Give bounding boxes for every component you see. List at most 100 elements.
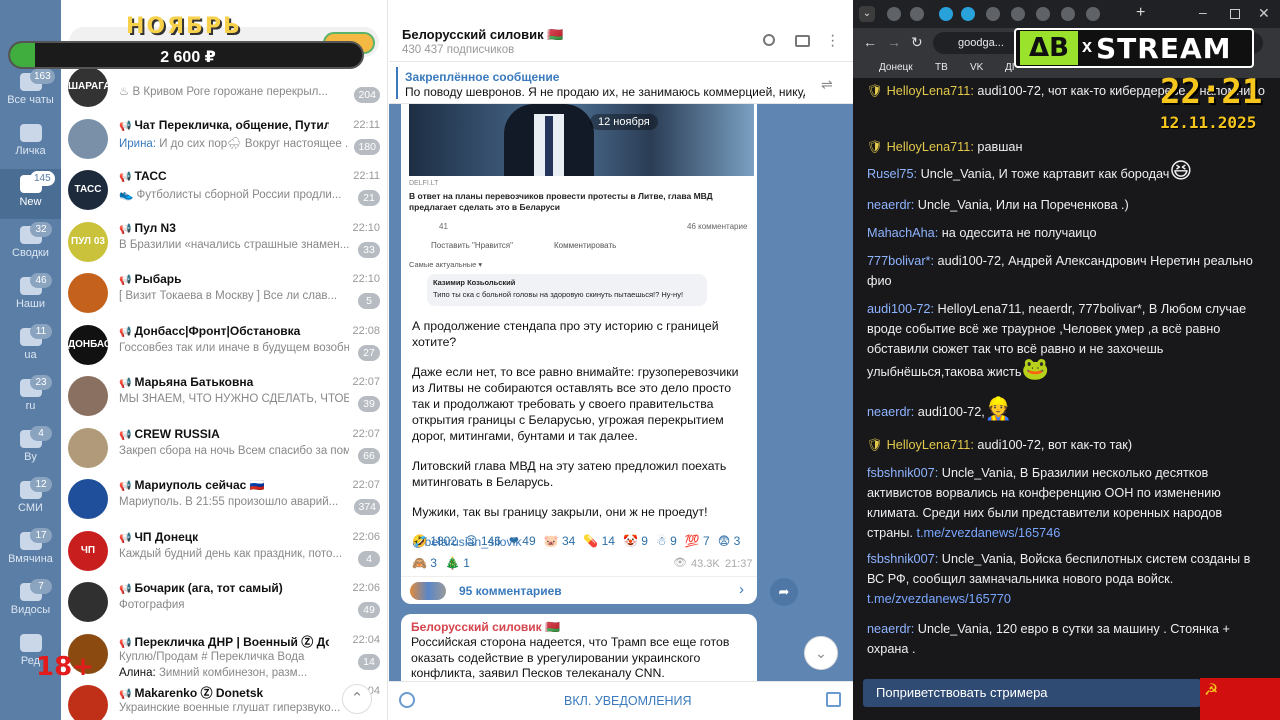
back-icon[interactable]: ← — [863, 34, 877, 50]
post-time: 21:37 — [725, 558, 753, 570]
news-commenter: Казимир Козьольский — [433, 278, 516, 287]
folder-label: Сводки — [12, 247, 49, 259]
reaction-chip[interactable]: ❤ 49 — [509, 531, 536, 552]
chat-list-item[interactable]: 📢 Рыбарь 22:10 [ Визит Токаева в Москву ] В… — [61, 268, 387, 320]
telegram-tab[interactable] — [939, 7, 953, 21]
folder-ru[interactable]: ru 23 — [0, 373, 61, 423]
more-menu-icon[interactable]: · · · — [830, 28, 835, 54]
chat-username[interactable]: MahachAha: — [867, 226, 938, 240]
telegram-tab[interactable] — [961, 7, 975, 21]
reaction-count: 7 — [703, 534, 710, 548]
reaction-chip[interactable]: 😊 146 — [465, 531, 501, 552]
chat-username[interactable]: neaerdr: — [867, 198, 914, 212]
pinned-message-bar[interactable]: Закреплённое сообщение По поводу шевроно… — [389, 62, 853, 104]
browser-tab[interactable] — [986, 7, 1000, 21]
reaction-chip[interactable]: ☃ 9 — [656, 531, 677, 552]
new-tab-button[interactable]: + — [1136, 4, 1145, 22]
chat-list-item[interactable]: 📢 Марьяна Батьковна 22:07 МЫ ЗНАЕМ, ЧТО НУЖ… — [61, 371, 387, 423]
chat-username[interactable]: HelloyLena711: — [887, 140, 974, 154]
telegram-window: Все чаты 163 Личка New 145 Сводки 32 Наши 46 ua 11… — [0, 0, 853, 720]
chat-username[interactable]: fsbshnik007: — [867, 552, 938, 566]
chat-username[interactable]: 777bolivar*: — [867, 254, 934, 268]
chat-username[interactable]: Rusel75: — [867, 167, 917, 181]
chat-list-item[interactable]: 📢Перекличка ДНР | Военный Ⓩ Донецк 22:04 К… — [61, 629, 387, 681]
chat-list-item[interactable]: ДОНБАСС 📢Донбасс|Фронт|Обстановка 22:08Гос… — [61, 320, 387, 372]
chat-list-item[interactable]: 📢 CREW RUSSIA 22:07 Закреп сбора на ночь Вс… — [61, 423, 387, 475]
scroll-to-top-button[interactable]: ⌃ — [342, 684, 372, 714]
chat-list-item[interactable]: ПУЛ 03 📢 Пул N3 22:10 В Бразилии «начались с… — [61, 217, 387, 269]
bookmark-item[interactable]: ТВ — [935, 62, 948, 73]
chat-preview-text: И до сих пор🌧 Вокруг настоящее ... — [156, 137, 349, 150]
minimize-button[interactable]: – — [1199, 4, 1207, 20]
chat-list-item[interactable]: ТАСС 📢 ТАСС 22:11 👟 Футболисты сборной Росси… — [61, 165, 387, 217]
post-text: Российская сторона надеется, что Трамп в… — [411, 635, 730, 680]
comments-row[interactable]: 95 комментариев › — [401, 576, 757, 604]
chat-username[interactable]: audi100-72: — [867, 302, 934, 316]
greet-streamer-button[interactable]: Поприветствовать стримера — [863, 679, 1201, 707]
reaction-chip[interactable]: 🙈 3 — [412, 553, 437, 574]
chat-list-item[interactable]: ЧП 📢 ЧП Донецк 22:06 Каждый будний день как … — [61, 526, 387, 578]
pin-list-icon[interactable]: ⇌ — [821, 76, 833, 93]
browser-tab[interactable] — [887, 7, 901, 21]
folder-наши[interactable]: Наши 46 — [0, 271, 61, 321]
folder-сводки[interactable]: Сводки 32 — [0, 220, 61, 270]
reaction-chip[interactable]: 🐷 34 — [544, 531, 576, 552]
folder-видосы[interactable]: Видосы 7 — [0, 577, 61, 627]
chat-link[interactable]: t.me/zvezdanews/165746 — [916, 526, 1060, 540]
comments-link[interactable]: 95 комментариев — [459, 584, 562, 598]
gift-icon[interactable] — [826, 692, 841, 707]
folder-ua[interactable]: ua 11 — [0, 322, 61, 372]
forward-icon[interactable]: → — [887, 34, 901, 50]
reaction-chip[interactable]: 💯 7 — [685, 531, 710, 552]
chat-text: audi100-72, — [914, 405, 985, 419]
clock-date: 12.11.2025 — [1160, 113, 1257, 132]
forward-button[interactable]: ➦ — [770, 578, 798, 606]
folder-сми[interactable]: СМИ 12 — [0, 475, 61, 525]
tab-search-button[interactable]: ⌄ — [859, 6, 875, 22]
reaction-chip[interactable]: 🤣 1802 — [412, 531, 457, 552]
post-image[interactable]: 12 ноября DELFI.LT В ответ на планы пере… — [409, 104, 754, 310]
chat-username[interactable]: HelloyLena711: — [887, 438, 974, 452]
chat-preview-text: 👟 Футболисты сборной России продли... — [119, 189, 342, 201]
goal-amount: 2 600 ₽ — [160, 49, 216, 66]
maximize-button[interactable] — [1230, 9, 1240, 19]
chat-username[interactable]: neaerdr: — [867, 622, 914, 636]
chat-username[interactable]: fsbshnik007: — [867, 466, 938, 480]
folder-личка[interactable]: Личка — [0, 118, 61, 168]
reload-icon[interactable]: ↻ — [911, 34, 923, 51]
folder-label: Все чаты — [7, 94, 54, 106]
browser-tab[interactable] — [1036, 7, 1050, 21]
reaction-chip[interactable]: 🤡 9 — [623, 531, 648, 552]
chat-link[interactable]: t.me/zvezdanews/165770 — [867, 592, 1011, 606]
chat-list-item[interactable]: 📢Чат Перекличка, общение, Путиловка ... 2… — [61, 114, 387, 166]
channel-icon: 📢 — [119, 637, 132, 649]
folder-by[interactable]: By 4 — [0, 424, 61, 474]
chat-name: 📢 CREW RUSSIA — [119, 427, 329, 441]
chat-list-item[interactable]: 📢Makarenko Ⓩ Donetsk22:04Украинские воен… — [61, 680, 387, 720]
browser-tab[interactable] — [1011, 7, 1025, 21]
channel-header[interactable]: Белорусский силовик 🇧🇾 430 437 подписчик… — [389, 0, 853, 62]
browser-tab[interactable] — [1086, 7, 1100, 21]
reaction-chip[interactable]: 💊 14 — [583, 531, 615, 552]
sidebar-toggle-icon[interactable] — [795, 35, 810, 47]
chat-username[interactable]: neaerdr: — [867, 405, 914, 419]
bookmark-item[interactable]: VK — [970, 62, 983, 73]
notifications-toggle-button[interactable]: ВКЛ. УВЕДОМЛЕНИЯ — [564, 694, 692, 708]
close-window-button[interactable]: ✕ — [1258, 5, 1270, 22]
folder-вмячина[interactable]: Вмячина 17 — [0, 526, 61, 576]
chat-name: 📢 Рыбарь — [119, 272, 329, 286]
search-icon[interactable] — [763, 34, 775, 46]
reaction-chip[interactable]: 🎄 1 — [445, 553, 470, 574]
chat-message: fsbshnik007: Uncle_Vania, Войска беспило… — [867, 549, 1265, 609]
chat-username[interactable]: HelloyLena711: — [887, 84, 974, 98]
discussion-icon[interactable] — [399, 692, 415, 708]
chat-list-item[interactable]: 📢 Мариуполь сейчас 🇷🇺 22:07 Мариуполь. В 21… — [61, 474, 387, 526]
browser-tab[interactable] — [910, 7, 924, 21]
scroll-down-button[interactable]: ⌄ — [804, 636, 838, 670]
chat-list-item[interactable]: 📢 Бочарик (ага, тот самый) 22:06 Фотография… — [61, 577, 387, 629]
bookmark-item[interactable]: Донецк — [879, 62, 913, 73]
browser-tab[interactable] — [1061, 7, 1075, 21]
folder-все-чаты[interactable]: Все чаты 163 — [0, 67, 61, 117]
folder-new[interactable]: New 145 — [0, 169, 61, 219]
reaction-chip[interactable]: 😨 3 — [718, 531, 741, 552]
